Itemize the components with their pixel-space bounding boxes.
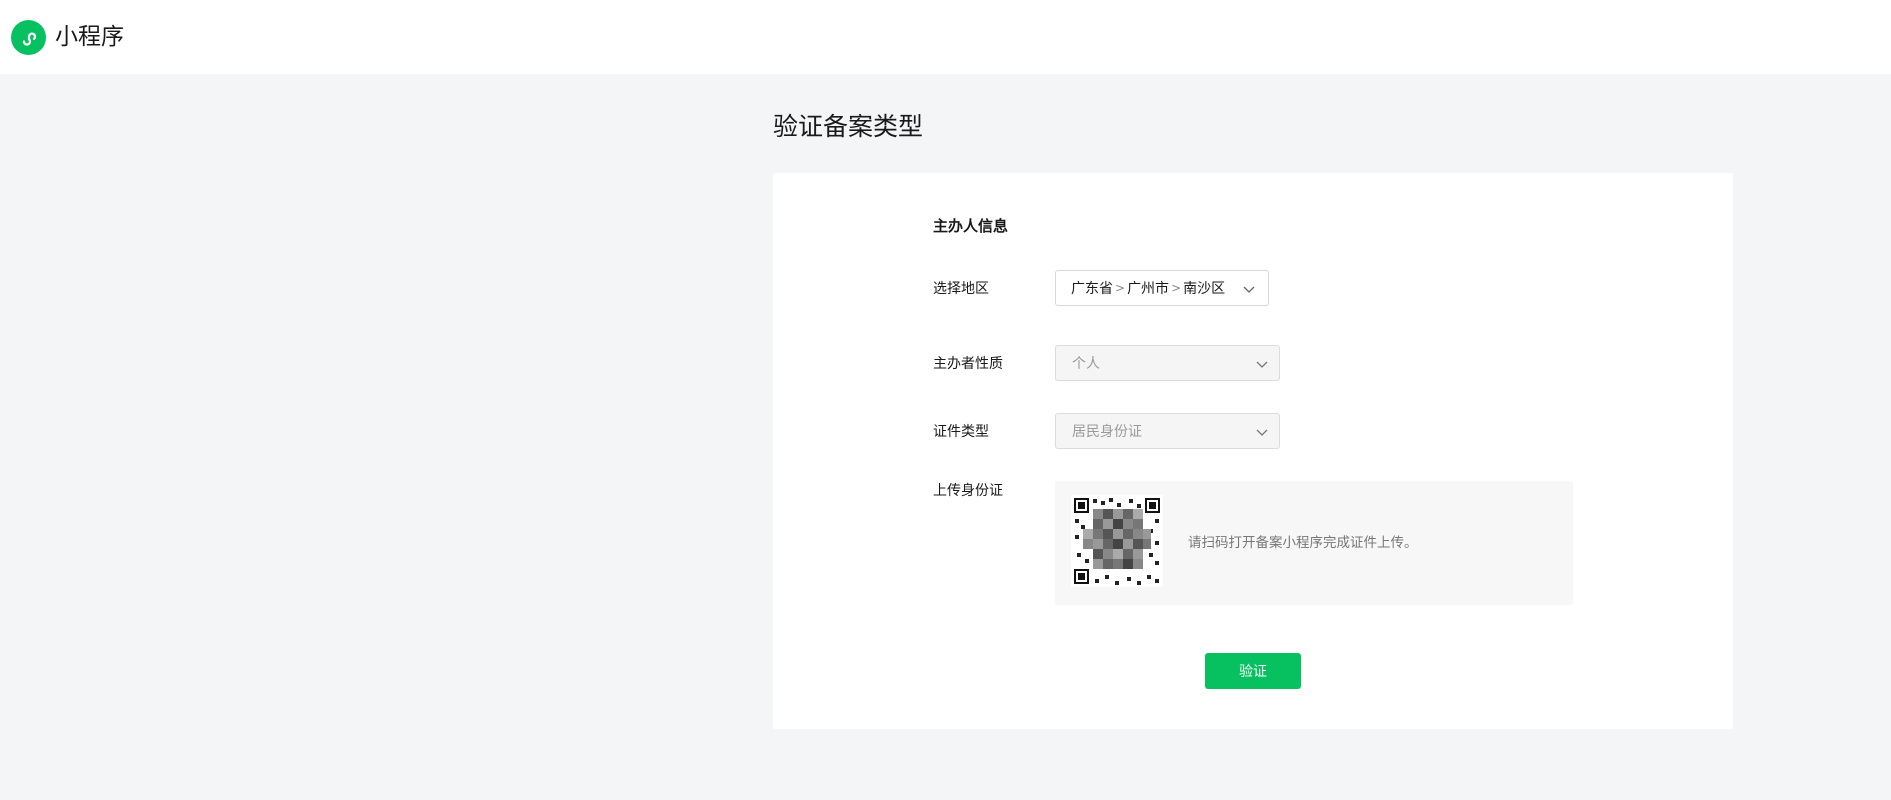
region-label: 选择地区 [933,281,989,297]
province-value: 广东省 [1071,281,1113,297]
city-value: 广州市 [1127,281,1170,297]
organizer-type-select[interactable]: 个人 [1055,345,1280,381]
separator: > [1115,281,1126,295]
region-cascader[interactable]: 广东省 > 广州市 > 南沙区 [1055,270,1269,306]
section-title: 主办人信息 [933,217,1009,235]
chevron-down-icon [1242,282,1256,298]
chevron-down-icon [1255,425,1269,441]
id-type-value: 居民身份证 [1072,424,1142,440]
verify-button[interactable]: 验证 [1205,653,1301,689]
upload-panel: 请扫码打开备案小程序完成证件上传。 [1055,481,1573,605]
organizer-type-label: 主办者性质 [933,356,1003,372]
organizer-type-value: 个人 [1072,356,1100,372]
qr-code-icon [1071,495,1163,587]
district-value: 南沙区 [1183,281,1226,297]
chevron-down-icon [1255,357,1269,373]
top-bar: 小程序 [0,0,1891,74]
upload-label: 上传身份证 [933,483,1003,499]
form-card: 主办人信息 选择地区 广东省 > 广州市 > 南沙区 主办者性质 个人 证件类型… [773,173,1733,729]
separator: > [1171,281,1182,295]
upload-hint: 请扫码打开备案小程序完成证件上传。 [1188,535,1418,551]
miniprogram-logo-icon[interactable] [11,20,46,55]
app-name[interactable]: 小程序 [55,22,124,52]
page-title: 验证备案类型 [773,112,924,141]
id-type-select[interactable]: 居民身份证 [1055,413,1280,449]
id-type-label: 证件类型 [933,424,989,440]
